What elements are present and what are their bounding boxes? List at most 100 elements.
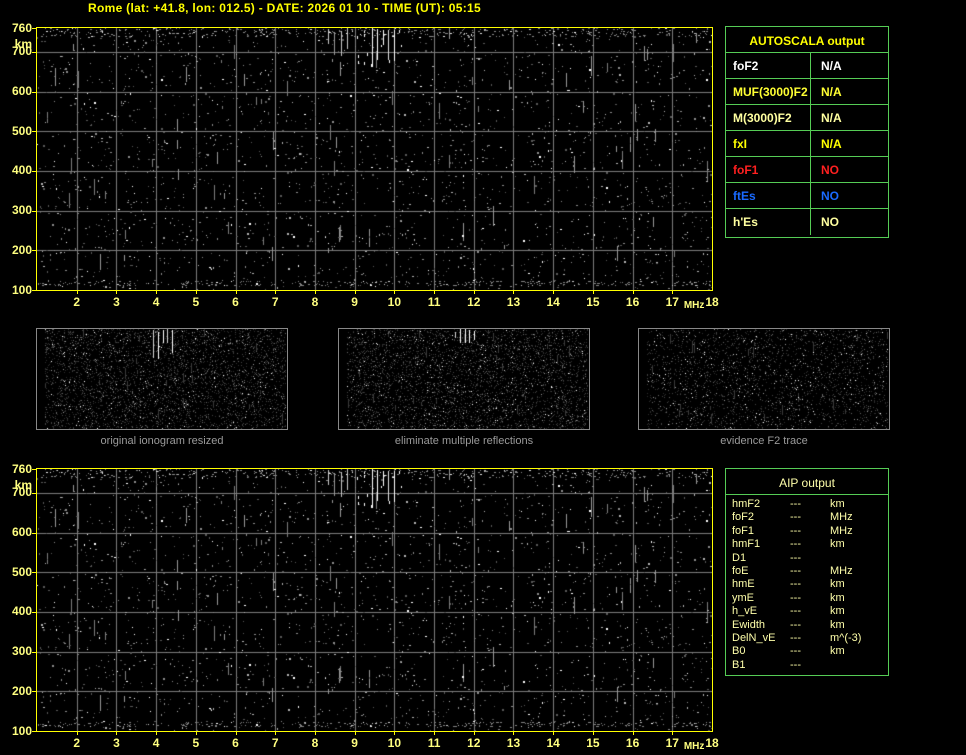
page-title: Rome (lat: +41.8, lon: 012.5) - DATE: 20… <box>88 1 481 15</box>
autoscala-window: Rome (lat: +41.8, lon: 012.5) - DATE: 20… <box>0 0 966 755</box>
ionogram-bottom-canvas <box>37 469 712 731</box>
aip-row-unit: MHz <box>830 524 853 537</box>
x-axis-tick-label: 2 <box>73 736 81 750</box>
aip-row: DelN_vE --- m^(-3) <box>726 632 888 645</box>
x-axis-tick <box>513 291 515 294</box>
y-axis-tick <box>32 731 36 732</box>
aip-row: foF2 --- MHz <box>726 511 888 524</box>
aip-row-label: foF2 <box>732 511 755 524</box>
aip-row-value: --- <box>790 645 801 658</box>
x-axis-tick-label: 6 <box>232 736 239 750</box>
y-axis-tick-label: 200 <box>11 242 32 257</box>
aip-row-value: --- <box>790 591 801 604</box>
y-axis-tick-label: 500 <box>11 123 32 138</box>
x-axis-tick <box>473 291 475 294</box>
caption-eliminate-reflections: eliminate multiple reflections <box>394 435 534 447</box>
x-axis-tick-label: 10 <box>387 736 402 750</box>
x-axis-tick <box>76 291 78 294</box>
aip-row: hmF1 --- km <box>726 538 888 551</box>
y-axis-tick <box>32 469 36 470</box>
x-axis-tick <box>473 732 475 735</box>
x-axis-tick <box>672 291 674 294</box>
autoscala-row: h'Es NO <box>726 209 888 235</box>
aip-row-value: --- <box>790 631 801 644</box>
aip-row-label: h_vE <box>732 605 758 618</box>
autoscala-row-label: MUF(3000)F2 <box>726 79 811 104</box>
aip-row-label: D1 <box>732 551 747 564</box>
x-axis-tick <box>195 291 197 294</box>
x-axis-tick <box>275 732 277 735</box>
aip-row-label: hmE <box>732 578 755 591</box>
aip-row-unit: km <box>830 578 845 591</box>
y-axis-tick <box>32 131 36 133</box>
aip-row-value: --- <box>790 511 801 524</box>
x-axis-tick-label: 3 <box>113 736 120 750</box>
y-axis-tick-label: 400 <box>11 163 32 178</box>
autoscala-output-table: AUTOSCALA output foF2 N/A MUF(3000)F2 N/A M(… <box>725 26 889 238</box>
aip-row-unit: m^(-3) <box>830 631 862 644</box>
thumbnail-original-ionogram <box>36 328 288 430</box>
y-axis-tick <box>32 91 36 93</box>
autoscala-row: foF1 NO <box>726 157 888 183</box>
autoscala-row-value: N/A <box>821 59 842 73</box>
x-axis-tick-label: 3 <box>113 295 120 309</box>
x-axis-tick <box>314 732 316 735</box>
autoscala-row-label: fxI <box>726 131 811 156</box>
x-axis-tick-label: 13 <box>506 295 521 309</box>
autoscala-row-value: NO <box>821 215 839 229</box>
x-axis-tick <box>354 291 356 294</box>
x-axis-tick-label: 15 <box>586 736 600 750</box>
x-axis-tick <box>672 732 674 735</box>
aip-row-label: B0 <box>732 645 746 658</box>
aip-row: foE --- MHz <box>726 565 888 578</box>
y-axis-tick-label: 760 <box>11 20 32 35</box>
y-axis-tick-label: 300 <box>11 644 32 659</box>
x-axis-tick-label: 13 <box>506 736 521 750</box>
aip-row: hmE --- km <box>726 578 888 591</box>
y-axis-tick-label: 200 <box>11 683 32 698</box>
aip-row-label: ymE <box>732 591 754 604</box>
y-axis-tick <box>32 492 36 494</box>
x-axis-tick <box>116 732 118 735</box>
aip-row-value: --- <box>790 605 801 618</box>
autoscala-row-value: N/A <box>821 85 842 99</box>
aip-row: foF1 --- MHz <box>726 525 888 538</box>
x-axis-tick-label: 9 <box>351 736 358 750</box>
aip-row: B0 --- km <box>726 645 888 658</box>
y-axis-tick-label: 100 <box>11 723 32 738</box>
aip-row-value: --- <box>790 564 801 577</box>
y-axis-tick-label: 700 <box>11 44 32 59</box>
y-axis-tick-label: 500 <box>11 564 32 579</box>
aip-row-label: foE <box>732 564 749 577</box>
y-axis-tick-label: 700 <box>11 485 32 500</box>
x-axis-tick <box>195 732 197 735</box>
autoscala-row-value: N/A <box>821 111 842 125</box>
x-axis-tick-label: 9 <box>351 295 358 309</box>
thumbnail-original-canvas <box>37 329 287 429</box>
x-axis-tick-label: 10 <box>387 295 402 309</box>
aip-row: B1 --- <box>726 659 888 672</box>
y-axis-tick <box>32 210 36 212</box>
x-axis-tick-label: 12 <box>467 736 481 750</box>
x-axis-unit-label: MHz <box>683 741 705 752</box>
autoscala-row-value: N/A <box>821 137 842 151</box>
y-axis-tick-label: 600 <box>11 525 32 539</box>
y-axis-tick-label: 100 <box>11 282 32 297</box>
aip-row-unit <box>830 552 888 565</box>
x-axis-tick-label: 12 <box>467 295 481 309</box>
aip-row-value: --- <box>790 538 801 551</box>
aip-row: D1 --- <box>726 552 888 565</box>
y-axis-tick <box>32 651 36 653</box>
caption-evidence-f2: evidence F2 trace <box>720 435 808 447</box>
x-axis-tick-label: 7 <box>271 736 279 750</box>
aip-row-value: --- <box>790 524 801 537</box>
caption-original-ionogram: original ionogram resized <box>100 435 224 447</box>
y-axis-tick <box>32 290 36 291</box>
x-axis-tick-label: 8 <box>311 295 319 309</box>
autoscala-row: M(3000)F2 N/A <box>726 105 888 131</box>
y-axis-tick-label: 600 <box>11 84 32 98</box>
aip-row: h_vE --- km <box>726 605 888 618</box>
x-axis-tick-label: 16 <box>625 295 640 309</box>
aip-row: Ewidth --- km <box>726 619 888 632</box>
x-axis-tick-label: 6 <box>232 295 239 309</box>
